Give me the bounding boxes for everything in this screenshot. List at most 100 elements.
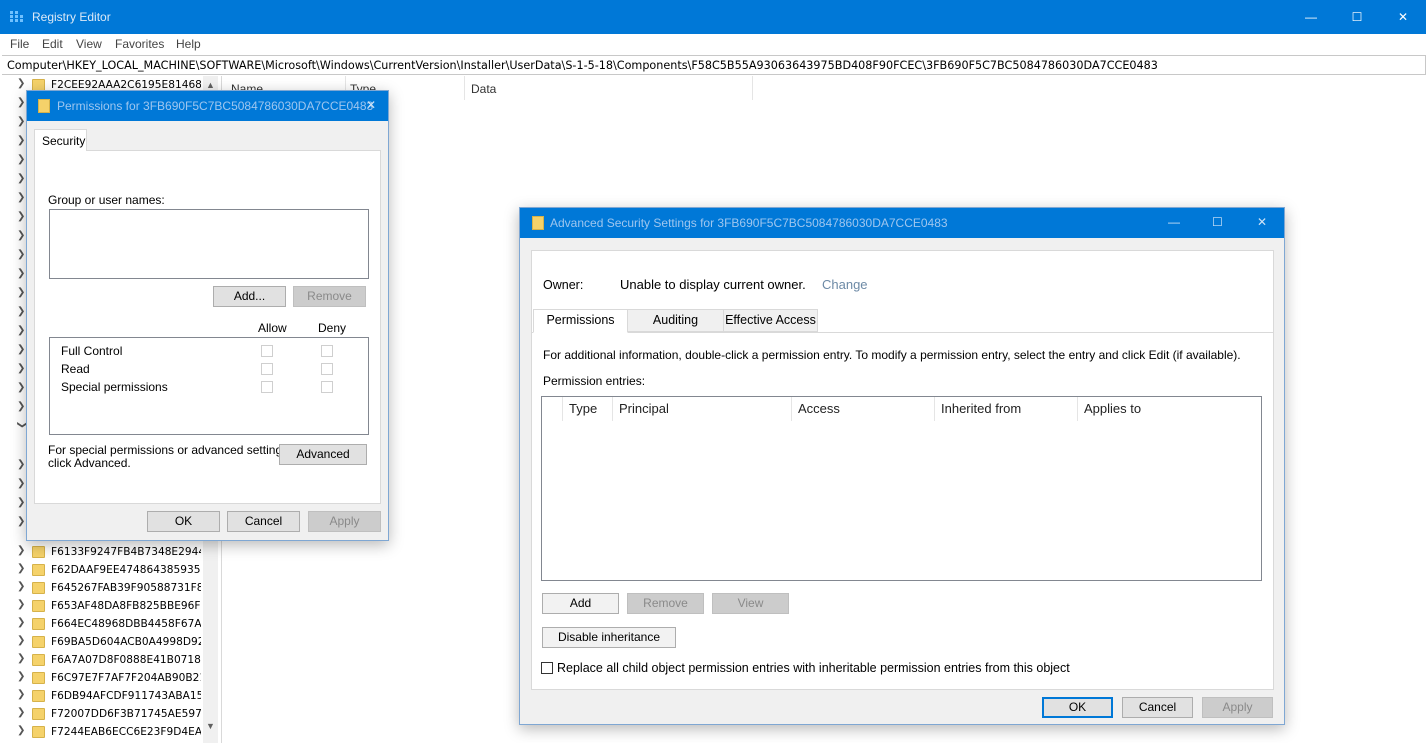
chevron-right-icon[interactable]: ❯ bbox=[17, 78, 27, 89]
ok-button[interactable]: OK bbox=[147, 511, 220, 532]
menu-file[interactable]: File bbox=[10, 37, 29, 51]
maximize-button[interactable]: ☐ bbox=[1212, 215, 1223, 229]
chevron-right-icon[interactable]: ❯ bbox=[17, 635, 27, 646]
close-button[interactable]: ✕ bbox=[1380, 0, 1426, 34]
menu-view[interactable]: View bbox=[76, 37, 102, 51]
scroll-down-icon[interactable]: ▼ bbox=[206, 721, 215, 731]
tree-item-label: F6133F9247FB4B7348E294468 bbox=[51, 546, 201, 558]
replace-child-entries-checkbox[interactable] bbox=[541, 662, 553, 674]
group-user-list[interactable] bbox=[49, 209, 369, 279]
menu-favorites[interactable]: Favorites bbox=[115, 37, 164, 51]
minimize-button[interactable]: — bbox=[1288, 0, 1334, 34]
tree-item[interactable]: ❯ F72007DD6F3B71745AE59751 bbox=[0, 706, 216, 724]
special-deny-checkbox[interactable] bbox=[321, 381, 333, 393]
permission-entries-list[interactable]: Type Principal Access Inherited from App… bbox=[541, 396, 1262, 581]
chevron-right-icon[interactable]: ❯ bbox=[17, 617, 27, 628]
cancel-button[interactable]: Cancel bbox=[227, 511, 300, 532]
cancel-button[interactable]: Cancel bbox=[1122, 697, 1193, 718]
tab-security[interactable]: Security bbox=[34, 129, 87, 151]
column-applies-to[interactable]: Applies to bbox=[1084, 401, 1141, 416]
column-separator[interactable] bbox=[791, 397, 792, 421]
column-separator[interactable] bbox=[752, 76, 753, 100]
tab-permissions[interactable]: Permissions bbox=[533, 309, 628, 333]
chevron-right-icon[interactable]: ❯ bbox=[17, 725, 27, 736]
chevron-right-icon[interactable]: ❯ bbox=[17, 545, 27, 556]
tab-auditing[interactable]: Auditing bbox=[627, 309, 724, 332]
column-type[interactable]: Type bbox=[569, 401, 597, 416]
disable-inheritance-button[interactable]: Disable inheritance bbox=[542, 627, 676, 648]
change-owner-link[interactable]: Change bbox=[822, 277, 868, 292]
address-bar[interactable]: Computer\HKEY_LOCAL_MACHINE\SOFTWARE\Mic… bbox=[2, 55, 1426, 75]
chevron-right-icon[interactable]: ❯ bbox=[17, 563, 27, 574]
close-button[interactable]: ✕ bbox=[1257, 215, 1267, 229]
info-text: For additional information, double-click… bbox=[543, 348, 1241, 362]
tree-item[interactable]: ❯ F664EC48968DBB4458F67A0E bbox=[0, 616, 216, 634]
chevron-right-icon[interactable]: ❯ bbox=[17, 581, 27, 592]
remove-button[interactable]: Remove bbox=[293, 286, 366, 307]
column-access[interactable]: Access bbox=[798, 401, 840, 416]
permissions-title-bar[interactable]: Permissions for 3FB690F5C7BC5084786030DA… bbox=[27, 91, 388, 121]
registry-window-title: Registry Editor bbox=[32, 10, 111, 24]
read-allow-checkbox[interactable] bbox=[261, 363, 273, 375]
chevron-right-icon[interactable]: ❯ bbox=[17, 653, 27, 664]
minimize-button[interactable]: — bbox=[1168, 215, 1180, 229]
menu-help[interactable]: Help bbox=[176, 37, 201, 51]
scroll-up-icon[interactable]: ▲ bbox=[206, 80, 215, 90]
tab-divider bbox=[531, 332, 1274, 333]
registry-title-bar[interactable]: Registry Editor — ☐ ✕ bbox=[0, 0, 1426, 34]
folder-icon bbox=[32, 726, 45, 738]
advanced-title-bar[interactable]: Advanced Security Settings for 3FB690F5C… bbox=[520, 208, 1284, 238]
tree-item[interactable]: ❯ F7244EAB6ECC6E23F9D4EAC bbox=[0, 724, 216, 740]
tree-item-label: F6C97E7F7AF7F204AB90B213 bbox=[51, 672, 201, 684]
permission-read: Read bbox=[61, 362, 90, 376]
add-entry-button[interactable]: Add bbox=[542, 593, 619, 614]
column-separator[interactable] bbox=[464, 76, 465, 100]
chevron-right-icon[interactable]: ❯ bbox=[17, 671, 27, 682]
folder-icon bbox=[38, 99, 50, 113]
read-deny-checkbox[interactable] bbox=[321, 363, 333, 375]
close-button[interactable]: ✕ bbox=[366, 98, 376, 112]
tree-item[interactable]: ❯ F6C97E7F7AF7F204AB90B213 bbox=[0, 670, 216, 688]
tree-item[interactable]: ❯ F6DB94AFCDF911743ABA15E bbox=[0, 688, 216, 706]
tree-item[interactable]: ❯ F6A7A07D8F0888E41B0718DC bbox=[0, 652, 216, 670]
column-separator[interactable] bbox=[562, 397, 563, 421]
ok-button[interactable]: OK bbox=[1042, 697, 1113, 718]
column-principal[interactable]: Principal bbox=[619, 401, 669, 416]
tree-item[interactable]: ❯ F6133F9247FB4B7348E294468 bbox=[0, 544, 216, 562]
tab-security-label: Security bbox=[42, 134, 86, 148]
tab-effective-access[interactable]: Effective Access bbox=[723, 309, 818, 332]
remove-entry-button[interactable]: Remove bbox=[627, 593, 704, 614]
tree-item[interactable]: ❯ F69BA5D604ACB0A4998D92C bbox=[0, 634, 216, 652]
advanced-security-dialog: Advanced Security Settings for 3FB690F5C… bbox=[519, 207, 1285, 725]
replace-child-entries-label: Replace all child object permission entr… bbox=[557, 661, 1070, 675]
view-entry-button[interactable]: View bbox=[712, 593, 789, 614]
tree-item[interactable]: ❯ F645267FAB39F90588731F803 bbox=[0, 580, 216, 598]
full-control-deny-checkbox[interactable] bbox=[321, 345, 333, 357]
chevron-right-icon[interactable]: ❯ bbox=[17, 707, 27, 718]
folder-icon bbox=[32, 618, 45, 630]
tree-item-label: F69BA5D604ACB0A4998D92C bbox=[51, 636, 201, 648]
apply-button[interactable]: Apply bbox=[308, 511, 381, 532]
tree-item-label: F645267FAB39F90588731F803 bbox=[51, 582, 201, 594]
column-separator[interactable] bbox=[934, 397, 935, 421]
chevron-right-icon[interactable]: ❯ bbox=[17, 689, 27, 700]
tree-item-label: F6A7A07D8F0888E41B0718DC bbox=[51, 654, 201, 666]
full-control-allow-checkbox[interactable] bbox=[261, 345, 273, 357]
menu-edit[interactable]: Edit bbox=[42, 37, 63, 51]
chevron-right-icon[interactable]: ❯ bbox=[17, 599, 27, 610]
column-data[interactable]: Data bbox=[471, 82, 496, 96]
maximize-button[interactable]: ☐ bbox=[1334, 0, 1380, 34]
tree-item[interactable]: ❯ F62DAAF9EE47486438593597 bbox=[0, 562, 216, 580]
folder-icon bbox=[32, 708, 45, 720]
apply-button[interactable]: Apply bbox=[1202, 697, 1273, 718]
tree-item-label: F664EC48968DBB4458F67A0E bbox=[51, 618, 201, 630]
column-separator[interactable] bbox=[1077, 397, 1078, 421]
column-inherited-from[interactable]: Inherited from bbox=[941, 401, 1021, 416]
column-separator[interactable] bbox=[612, 397, 613, 421]
advanced-button[interactable]: Advanced bbox=[279, 444, 367, 465]
special-allow-checkbox[interactable] bbox=[261, 381, 273, 393]
tree-item-label: F653AF48DA8FB825BBE96F34 bbox=[51, 600, 201, 612]
tree-item[interactable]: ❯ F653AF48DA8FB825BBE96F34 bbox=[0, 598, 216, 616]
group-user-names-label: Group or user names: bbox=[48, 193, 165, 207]
add-button[interactable]: Add... bbox=[213, 286, 286, 307]
